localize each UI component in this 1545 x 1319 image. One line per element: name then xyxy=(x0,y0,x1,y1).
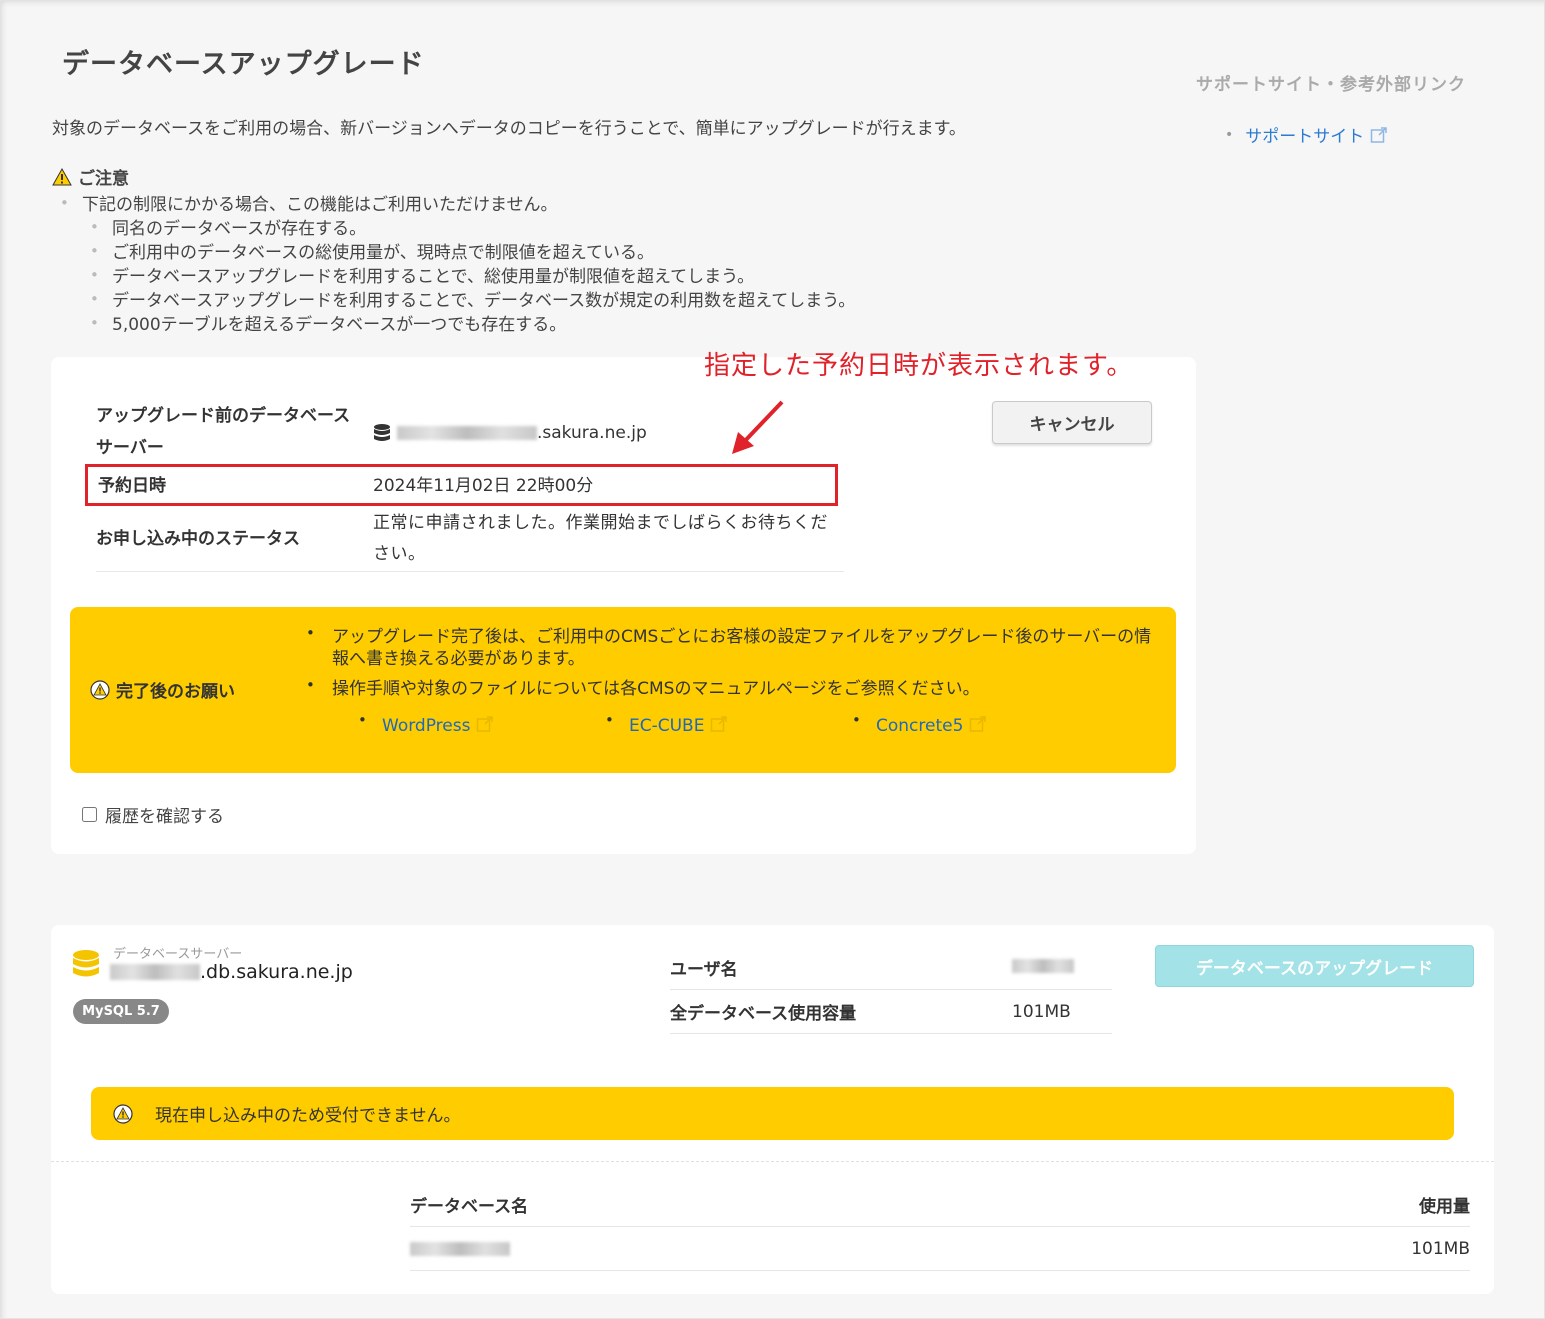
notice-heading: ご注意 xyxy=(52,164,129,189)
annotation-text: 指定した予約日時が表示されます。 xyxy=(704,351,1134,381)
col-usage-header: 使用量 xyxy=(1419,1197,1470,1217)
notice-item: データベースアップグレードを利用することで、総使用量が制限値を超えてしまう。 xyxy=(90,263,855,289)
notice-item: 5,000テーブルを超えるデータベースが一つでも存在する。 xyxy=(90,311,855,337)
external-link-icon xyxy=(1371,126,1388,143)
notice-item: データベースアップグレードを利用することで、データベース数が規定の利用数を超えて… xyxy=(90,287,855,313)
ec-cube-link[interactable]: EC-CUBE xyxy=(605,711,728,736)
col-name-header: データベース名 xyxy=(410,1197,529,1217)
redacted-host xyxy=(110,964,200,980)
table-row: 101MB xyxy=(410,1227,1470,1271)
server-label: データベースサーバー xyxy=(113,947,243,962)
after-notice-list: アップグレード完了後は、ご利用中のCMSごとにお客様の設定ファイルをアップグレー… xyxy=(306,622,1156,708)
table-row: ユーザ名 xyxy=(670,946,1112,990)
external-link-icon xyxy=(476,716,493,732)
intro-text: 対象のデータベースをご利用の場合、新バージョンへデータのコピーを行うことで、簡単… xyxy=(52,119,966,139)
after-notice-label: 完了後のお願い xyxy=(90,677,235,702)
after-notice-item: アップグレード完了後は、ご利用中のCMSごとにお客様の設定ファイルをアップグレー… xyxy=(306,622,1156,670)
sidebar-title: サポートサイト・参考外部リンク xyxy=(1196,75,1466,95)
wordpress-link-label: WordPress xyxy=(382,716,471,736)
warning-icon xyxy=(90,679,110,700)
warning-icon xyxy=(52,167,72,185)
user-info-table: ユーザ名 全データベース使用容量 101MB xyxy=(670,946,1112,1034)
after-notice-label-text: 完了後のお願い xyxy=(116,682,235,702)
history-toggle[interactable]: 履歴を確認する xyxy=(82,802,224,827)
concrete5-link-label: Concrete5 xyxy=(876,716,964,736)
support-site-link[interactable]: • サポートサイト xyxy=(1225,122,1388,147)
cancel-button[interactable]: キャンセル xyxy=(992,401,1152,444)
server-host: .db.sakura.ne.jp xyxy=(110,961,353,983)
notice-lead: 下記の制限にかかる場合、この機能はご利用いただけません。 xyxy=(60,191,855,217)
user-value xyxy=(1012,958,1074,978)
highlight-box xyxy=(85,464,838,506)
wordpress-link[interactable]: WordPress xyxy=(358,711,494,736)
database-table: データベース名 使用量 101MB xyxy=(410,1183,1470,1271)
table-row: アップグレード前のデータベースサーバー .sakura.ne.jp xyxy=(96,400,844,466)
usage-key: 全データベース使用容量 xyxy=(670,1004,857,1024)
warning-icon xyxy=(113,1103,133,1124)
row-key: お申し込み中のステータス xyxy=(96,528,300,549)
history-label: 履歴を確認する xyxy=(105,807,224,827)
busy-message-text: 現在申し込み中のため受付できません。 xyxy=(155,1106,461,1126)
server-host-suffix: .sakura.ne.jp xyxy=(537,423,647,443)
ec-cube-link-label: EC-CUBE xyxy=(629,716,705,736)
notice-heading-text: ご注意 xyxy=(78,169,129,189)
server-host-suffix: .db.sakura.ne.jp xyxy=(200,961,353,983)
bullet: • xyxy=(1225,126,1234,143)
divider xyxy=(51,1161,1494,1162)
page-title: データベースアップグレード xyxy=(62,49,425,80)
row-value: 正常に申請されました。作業開始までしばらくお待ちください。 xyxy=(373,512,828,564)
history-checkbox[interactable] xyxy=(82,807,97,822)
external-link-icon xyxy=(710,716,727,732)
table-row: 全データベース使用容量 101MB xyxy=(670,990,1112,1034)
database-icon xyxy=(73,950,99,977)
table-row: お申し込み中のステータス 正常に申請されました。作業開始までしばらくお待ちくださ… xyxy=(96,506,844,572)
concrete5-link[interactable]: Concrete5 xyxy=(852,711,987,736)
redacted-user xyxy=(1012,958,1074,973)
cms-links: WordPress EC-CUBE Concrete5 xyxy=(356,711,1116,745)
usage-value: 101MB xyxy=(1012,1001,1071,1022)
redacted-db-name xyxy=(410,1241,510,1256)
redacted-host xyxy=(397,426,537,440)
row-key: アップグレード前のデータベースサーバー xyxy=(96,406,351,458)
user-key: ユーザ名 xyxy=(670,960,738,980)
notice-item: 同名のデータベースが存在する。 xyxy=(90,215,855,241)
mysql-version-badge: MySQL 5.7 xyxy=(73,999,169,1024)
database-upgrade-button[interactable]: データベースのアップグレード xyxy=(1155,945,1474,987)
db-usage: 101MB xyxy=(1411,1238,1470,1259)
external-link-icon xyxy=(969,716,986,732)
notice-list: 下記の制限にかかる場合、この機能はご利用いただけません。 同名のデータベースが存… xyxy=(60,191,855,337)
support-site-link-label: サポートサイト xyxy=(1245,127,1365,147)
row-value: .sakura.ne.jp xyxy=(361,400,844,466)
busy-message-bar: 現在申し込み中のため受付できません。 xyxy=(91,1087,1454,1140)
table-header: データベース名 使用量 xyxy=(410,1183,1470,1227)
database-icon xyxy=(374,424,390,441)
after-notice-item: 操作手順や対象のファイルについては各CMSのマニュアルページをご参照ください。 xyxy=(306,674,1156,700)
notice-item: ご利用中のデータベースの総使用量が、現時点で制限値を超えている。 xyxy=(90,239,855,265)
